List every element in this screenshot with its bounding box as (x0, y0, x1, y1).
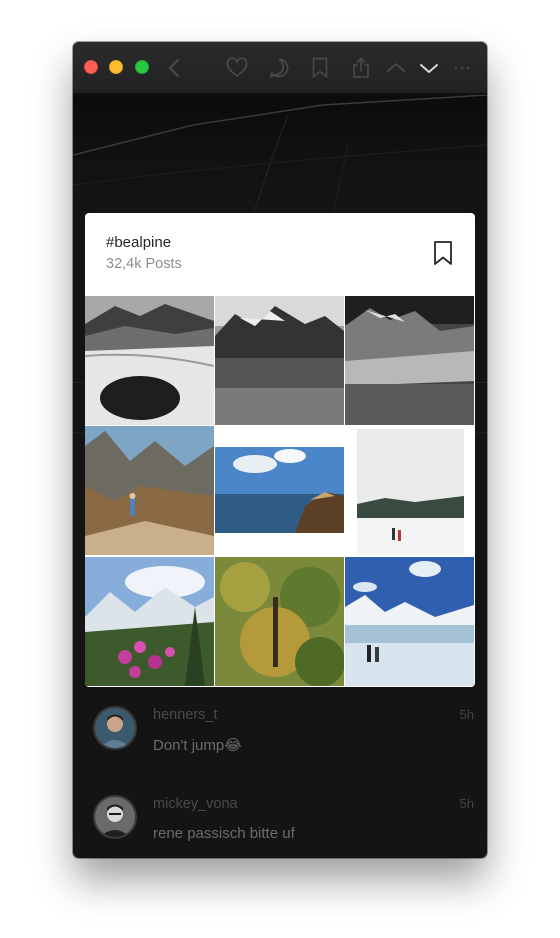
bookmark-icon[interactable] (431, 239, 455, 267)
photo-tile-hiker-on-ridge[interactable] (85, 426, 214, 555)
photo-grid (85, 296, 475, 687)
photo-tile-pink-flowers[interactable] (85, 557, 214, 686)
photo-tile-snowy-lake[interactable] (85, 296, 214, 425)
photo-tile-glacier-valley[interactable] (345, 296, 474, 425)
avatar[interactable] (93, 795, 137, 839)
photo-tile-autumn-tree[interactable] (215, 557, 344, 686)
chevron-up-icon[interactable] (384, 56, 408, 80)
hashtag-title[interactable]: #bealpine (106, 234, 171, 251)
zoom-window-button[interactable] (135, 60, 149, 74)
title-bar (73, 42, 487, 94)
comment-text: rene passisch bitte uf (153, 825, 295, 842)
minimize-window-button[interactable] (109, 60, 123, 74)
close-window-button[interactable] (84, 60, 98, 74)
share-icon[interactable] (349, 56, 373, 80)
post-count: 32,4k Posts (106, 256, 182, 272)
avatar[interactable] (93, 706, 137, 750)
comment-username[interactable]: henners_t (153, 707, 218, 723)
chevron-down-icon[interactable] (417, 56, 441, 80)
comment-icon[interactable] (267, 56, 291, 80)
hashtag-header: #bealpine 32,4k Posts (85, 213, 475, 296)
comment-item: mickey_vona 5h rene passisch bitte uf (73, 795, 487, 858)
app-window: #bealpine 32,4k Posts henners_t 5h Don't… (73, 42, 487, 858)
photo-tile-foggy-snowfield[interactable] (345, 426, 474, 555)
comment-text: Don't jump😂 (153, 737, 242, 754)
background-post-photo (73, 95, 487, 215)
heart-icon[interactable] (225, 56, 249, 80)
comment-item: henners_t 5h Don't jump😂 (73, 706, 487, 776)
comment-username[interactable]: mickey_vona (153, 796, 238, 812)
photo-tile-coast-cliff[interactable] (215, 426, 344, 555)
back-icon[interactable] (163, 56, 187, 80)
photo-tile-mountain-lake[interactable] (215, 296, 344, 425)
bookmark-icon[interactable] (308, 56, 332, 80)
comment-timestamp: 5h (459, 707, 474, 722)
hashtag-card: #bealpine 32,4k Posts (85, 213, 475, 687)
comment-timestamp: 5h (459, 796, 474, 811)
photo-tile-frozen-lake[interactable] (345, 557, 474, 686)
more-icon[interactable] (450, 56, 474, 80)
